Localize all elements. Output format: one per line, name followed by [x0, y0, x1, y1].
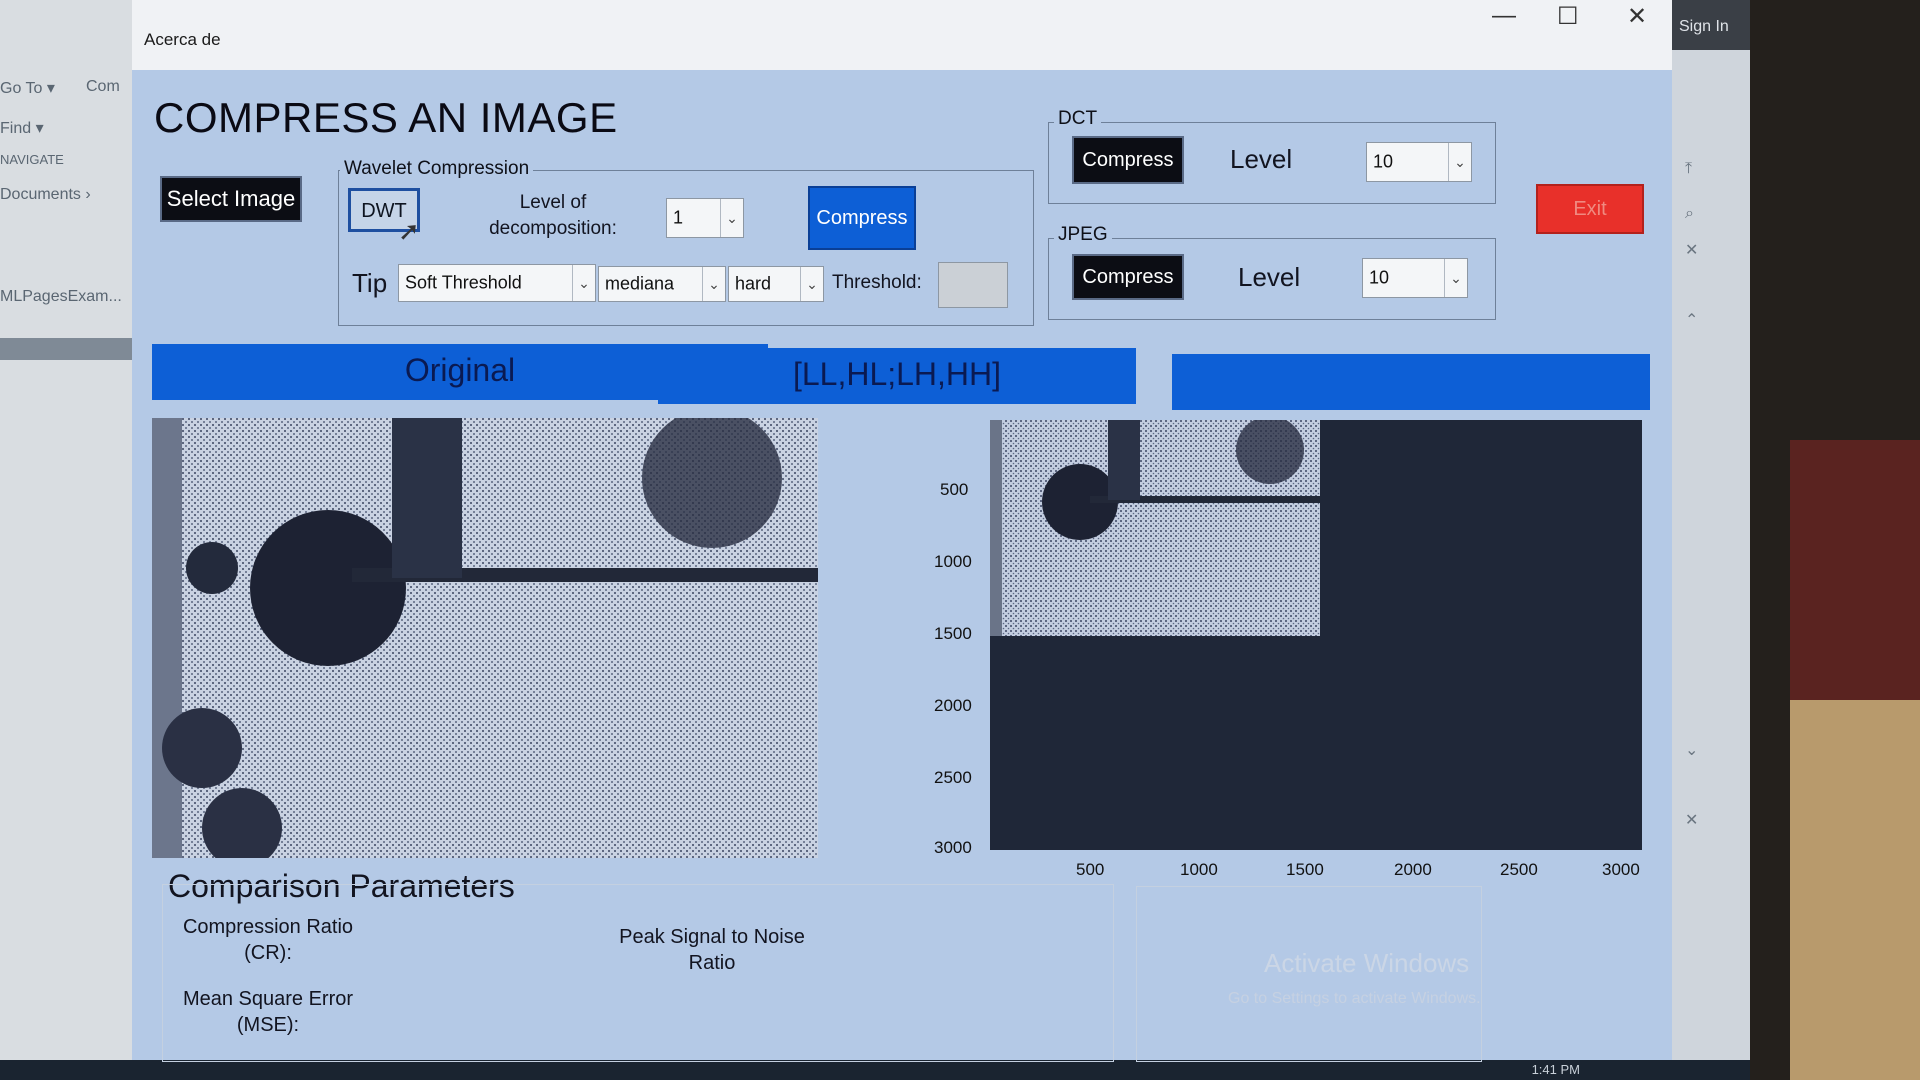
mode-value: hard [735, 273, 772, 294]
dct-legend: DCT [1054, 108, 1102, 130]
x-tick-2000: 2000 [1394, 860, 1432, 879]
dct-compress-button[interactable]: Compress [1072, 136, 1184, 184]
chevron-down-icon: ⌄ [702, 267, 725, 301]
jpeg-level-label: Level [1238, 262, 1301, 292]
bg-documents: Documents › [0, 186, 91, 203]
dct-level-label: Level [1230, 144, 1293, 174]
chevron-down-icon: ⌄ [572, 265, 595, 301]
bg-selection [0, 338, 140, 360]
background-ide-panel: Go To ▾ Com Find ▾ NAVIGATE Documents › … [0, 0, 140, 1060]
chevron-down-icon: ⌄ [1444, 259, 1467, 297]
tip-label: Tip [352, 268, 388, 298]
x-tick-2500: 2500 [1500, 860, 1538, 879]
dct-level-value: 10 [1373, 151, 1394, 172]
taskbar: 1:41 PM [0, 1060, 1750, 1080]
threshold-input[interactable] [938, 262, 1008, 308]
maximize-icon[interactable]: ☐ [1557, 2, 1579, 31]
decomposition-header: [LL,HL;LH,HH] [658, 348, 1136, 404]
bezel-tan-area [1790, 700, 1920, 1080]
x-tick-3000: 3000 [1602, 860, 1640, 879]
jpeg-level-value: 10 [1369, 267, 1390, 288]
method-select[interactable]: mediana ⌄ [598, 266, 726, 302]
bg-navigate: NAVIGATE [0, 152, 64, 167]
page-title: COMPRESS AN IMAGE [154, 94, 618, 141]
chevron-down-icon: ⌄ [720, 199, 743, 237]
select-image-button[interactable]: Select Image [160, 176, 302, 222]
dct-level-select[interactable]: 10 ⌄ [1366, 142, 1472, 182]
minimize-icon[interactable]: — [1492, 2, 1516, 30]
bg-find: Find ▾ [0, 120, 44, 137]
signin-link: Sign In [1665, 0, 1750, 50]
scroll-top-icon: ⤒ [1685, 160, 1693, 177]
threshold-label: Threshold: [832, 272, 922, 293]
y-tick-2000: 2000 [934, 696, 972, 715]
decomposition-image-canvas [990, 420, 1642, 850]
result-header [1172, 354, 1650, 410]
menu-acerca-de[interactable]: Acerca de [144, 30, 221, 50]
original-image [152, 418, 818, 858]
close-icon: ✕ [1685, 242, 1699, 259]
chevron-down-icon: ⌄ [1685, 742, 1699, 759]
decomposition-image [990, 420, 1642, 850]
activate-windows-title: Activate Windows [1264, 948, 1470, 978]
chevron-up-icon: ⌃ [1685, 312, 1699, 329]
jpeg-level-select[interactable]: 10 ⌄ [1362, 258, 1468, 298]
close-icon[interactable]: ✕ [1627, 2, 1647, 31]
compression-ratio-label: Compression Ratio (CR): [182, 916, 354, 964]
bg-com: Com [86, 78, 120, 95]
y-tick-1000: 1000 [934, 552, 972, 571]
level-of-decomposition-select[interactable]: 1 ⌄ [666, 198, 744, 238]
y-tick-3000: 3000 [934, 838, 972, 857]
search-icon: ⌕ [1685, 205, 1694, 222]
x-tick-1500: 1500 [1286, 860, 1324, 879]
activate-windows-subtitle: Go to Settings to activate Windows. [1228, 990, 1481, 1007]
original-image-canvas [152, 418, 818, 858]
wavelet-legend: Wavelet Compression [340, 158, 534, 180]
bezel-red-area [1790, 440, 1920, 700]
app-window: Acerca de — ☐ ✕ COMPRESS AN IMAGE Select… [132, 0, 1672, 1062]
jpeg-compress-button[interactable]: Compress [1072, 254, 1184, 300]
chevron-down-icon: ⌄ [1448, 143, 1471, 181]
method-value: mediana [605, 273, 675, 294]
tip-value: Soft Threshold [405, 272, 522, 293]
exit-button[interactable]: Exit [1536, 184, 1644, 234]
wavelet-panel [338, 170, 1034, 326]
background-right-panel: Sign In ⤒ ⌕ ✕ ⌃ ⌄ ✕ [1665, 0, 1750, 1060]
chevron-down-icon: ⌄ [800, 267, 823, 301]
bg-file: MLPagesExam... [0, 288, 122, 305]
monitor-bezel [1750, 0, 1920, 1080]
bg-goto: Go To ▾ [0, 80, 55, 97]
level-of-decomposition-label: Level of decomposition: [489, 192, 617, 239]
y-tick-2500: 2500 [934, 768, 972, 787]
taskbar-clock: 1:41 PM [1531, 1062, 1580, 1077]
close-icon: ✕ [1685, 812, 1699, 829]
mse-label: Mean Square Error (MSE): [182, 988, 354, 1036]
jpeg-legend: JPEG [1054, 224, 1112, 246]
mouse-cursor-icon: ➚ [398, 216, 420, 246]
mode-select[interactable]: hard ⌄ [728, 266, 824, 302]
y-tick-500: 500 [940, 480, 969, 499]
x-tick-1000: 1000 [1180, 860, 1218, 879]
level-of-decomposition-value: 1 [673, 207, 684, 228]
tip-select[interactable]: Soft Threshold ⌄ [398, 264, 596, 302]
psnr-label: Peak Signal to Noise Ratio [619, 926, 805, 974]
title-bar: Acerca de — ☐ ✕ [132, 0, 1672, 70]
x-tick-500: 500 [1076, 860, 1105, 879]
y-tick-1500: 1500 [934, 624, 972, 643]
wavelet-compress-button[interactable]: Compress [808, 186, 916, 250]
